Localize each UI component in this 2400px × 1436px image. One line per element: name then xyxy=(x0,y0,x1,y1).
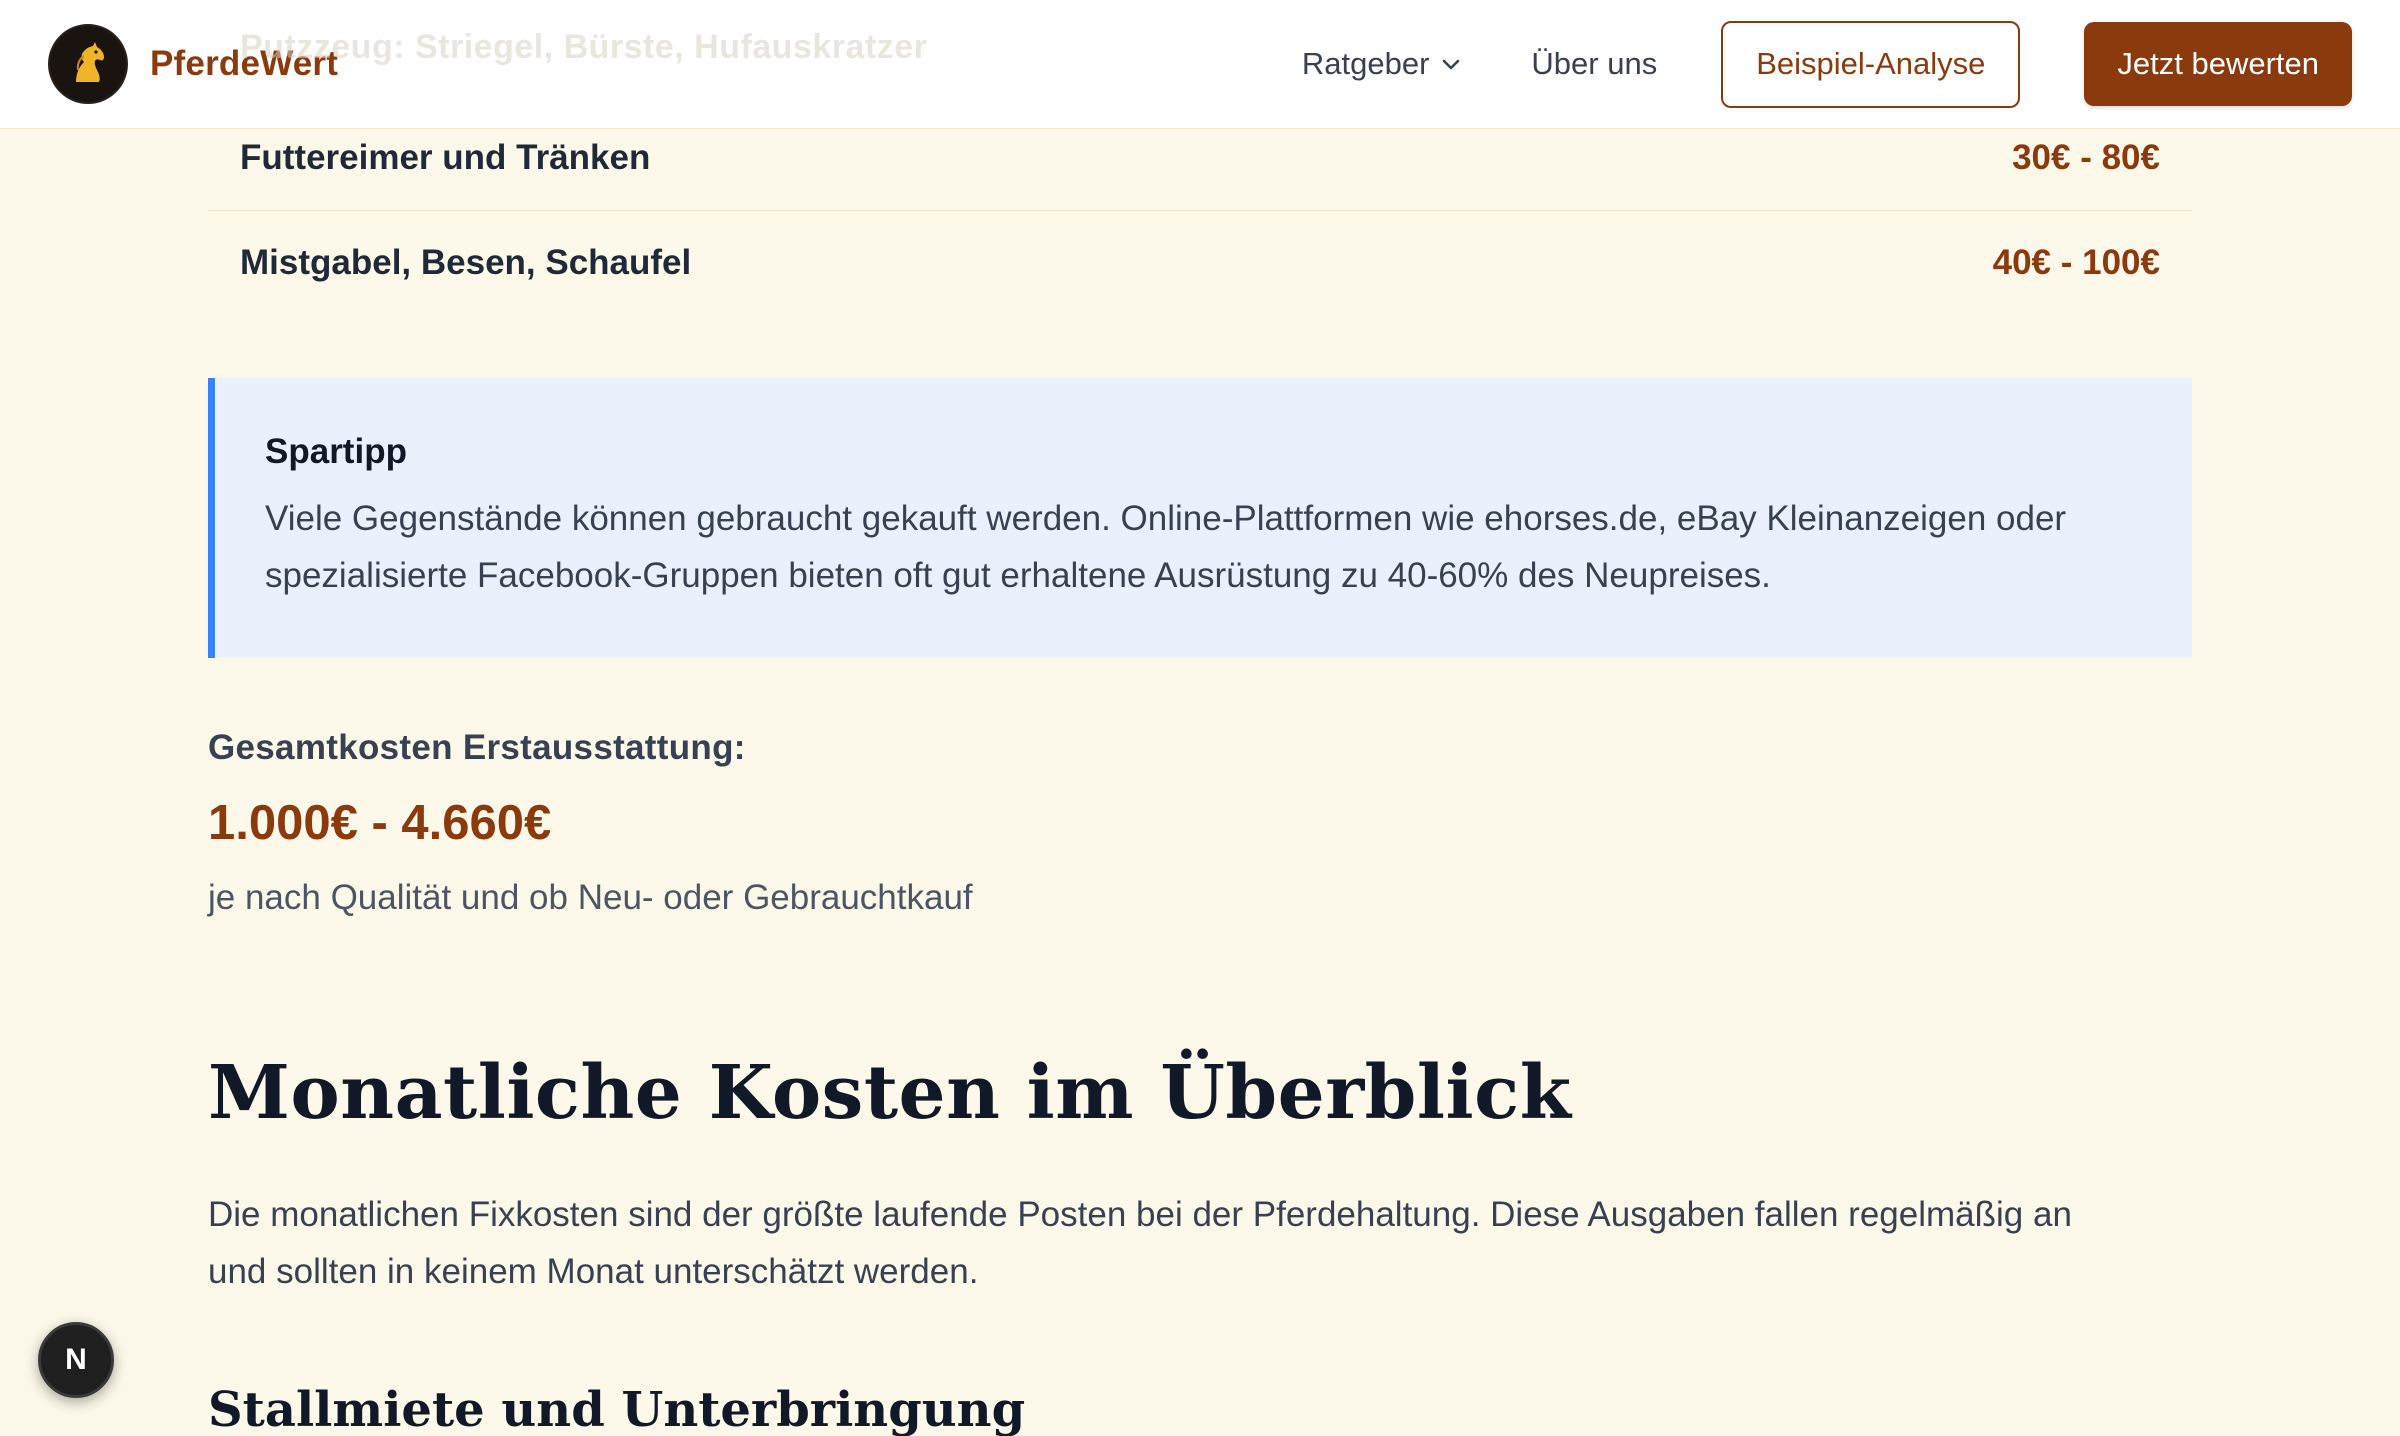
total-cost-label: Gesamtkosten Erstausstattung: xyxy=(208,728,746,767)
section-paragraph: Die monatlichen Fixkosten sind der größt… xyxy=(208,1186,2192,1300)
item-name: Mistgabel, Besen, Schaufel xyxy=(240,242,692,282)
total-cost-value: 1.000€ - 4.660€ xyxy=(208,796,552,850)
equipment-table: Futtereimer und Tränken 30€ - 80€ Mistga… xyxy=(208,106,2192,314)
savings-tip-box: Spartipp Viele Gegenstände können gebrau… xyxy=(208,378,2192,658)
tip-text: Viele Gegenstände können gebraucht gekau… xyxy=(265,490,2142,604)
item-price: 30€ - 80€ xyxy=(2012,138,2160,177)
nav-ratgeber[interactable]: Ratgeber xyxy=(1302,46,1462,82)
fab-label: N xyxy=(65,1343,87,1376)
main-nav: Ratgeber Über uns Beispiel-Analyse Jetzt… xyxy=(1302,20,2352,108)
table-row: Mistgabel, Besen, Schaufel 40€ - 100€ xyxy=(208,210,2192,314)
site-header: Putzzeug: Striegel, Bürste, Hufauskratze… xyxy=(0,0,2400,129)
tip-title: Spartipp xyxy=(265,432,407,471)
rate-now-button[interactable]: Jetzt bewerten xyxy=(2084,22,2352,106)
nav-about[interactable]: Über uns xyxy=(1531,46,1657,82)
item-price: 40€ - 100€ xyxy=(1992,242,2160,282)
section-heading: Monatliche Kosten im Überblick xyxy=(208,1050,1572,1136)
page: Futtereimer und Tränken 30€ - 80€ Mistga… xyxy=(0,0,2400,1436)
nav-about-label: Über uns xyxy=(1531,46,1658,81)
scrolled-under-text: Putzzeug: Striegel, Bürste, Hufauskratze… xyxy=(240,28,928,66)
paragraph-line: Die monatlichen Fixkosten sind der größt… xyxy=(208,1195,2072,1234)
example-analysis-button[interactable]: Beispiel-Analyse xyxy=(1721,20,2021,108)
item-name: Futtereimer und Tränken xyxy=(240,138,651,177)
nav-ratgeber-label: Ratgeber xyxy=(1301,46,1430,81)
chevron-down-icon xyxy=(1443,59,1460,70)
tip-text-line: spezialisierte Facebook-Gruppen bieten o… xyxy=(265,556,1771,595)
subsection-heading: Stallmiete und Unterbringung xyxy=(208,1382,1026,1436)
tip-text-line: Viele Gegenstände können gebraucht gekau… xyxy=(265,499,2067,538)
paragraph-line: und sollten in keinem Monat unterschätzt… xyxy=(208,1252,979,1291)
horse-logo-icon xyxy=(48,24,128,104)
next-dev-tools-button[interactable]: N xyxy=(38,1322,114,1398)
total-cost-note: je nach Qualität und ob Neu- oder Gebrau… xyxy=(208,878,973,917)
